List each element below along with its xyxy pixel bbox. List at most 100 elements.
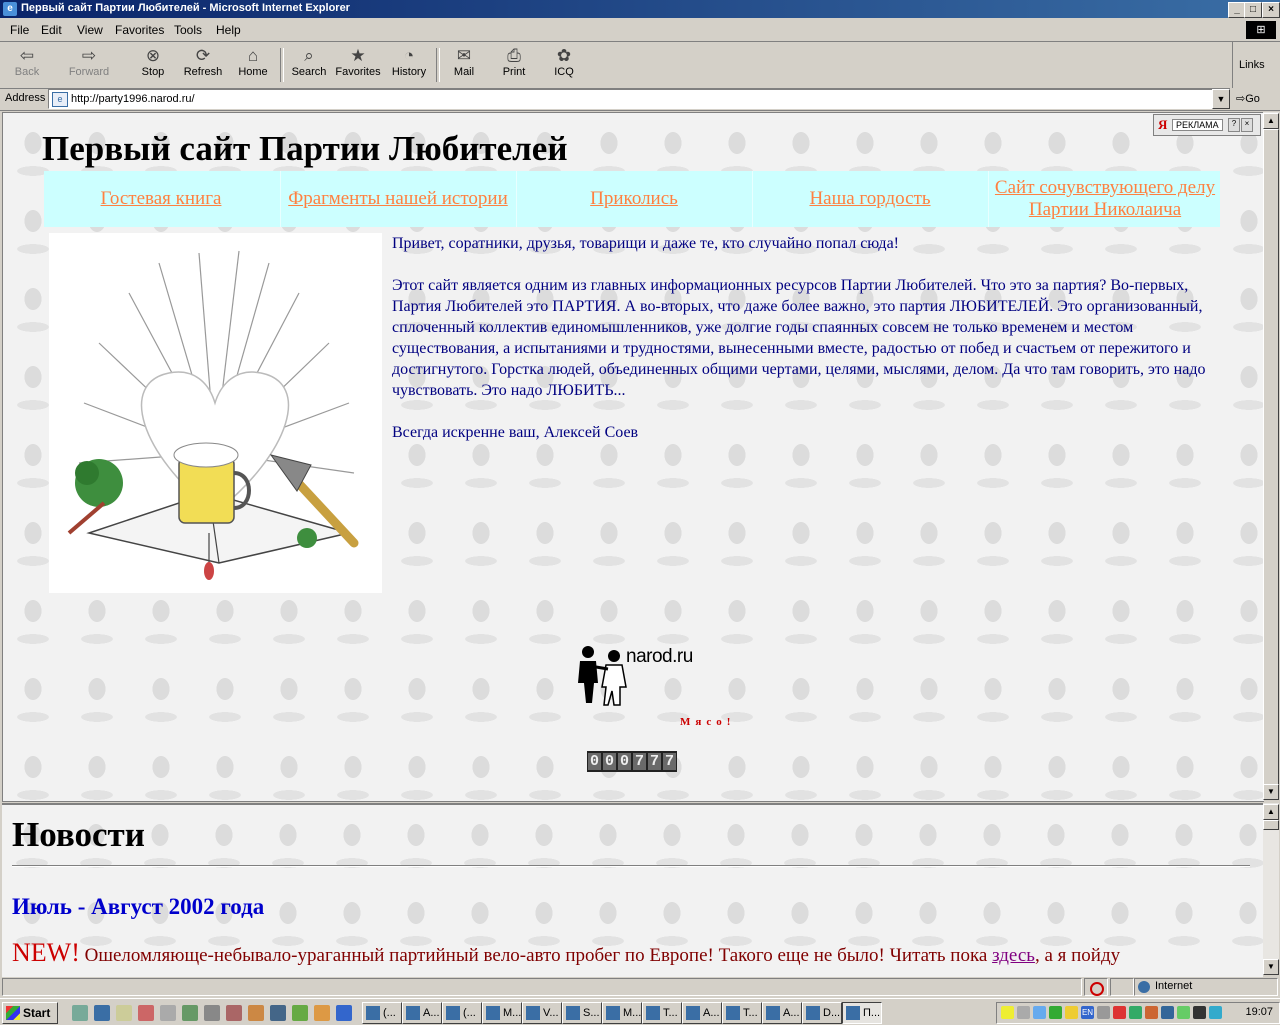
scroll-down-button[interactable]: ▼ <box>1263 959 1279 975</box>
nav-link-pride[interactable]: Наша гордость <box>752 171 987 227</box>
status-box <box>1110 978 1134 996</box>
scrollbar-top-frame[interactable]: ▲ ▼ <box>1263 112 1279 800</box>
taskbar-button[interactable]: A... <box>402 1002 442 1024</box>
back-button[interactable]: ⇦ Back <box>4 46 50 78</box>
scroll-thumb[interactable] <box>1263 820 1279 830</box>
clock[interactable]: 19:07 <box>1245 1006 1273 1018</box>
tray-icon[interactable] <box>1145 1006 1158 1019</box>
taskbar-button[interactable]: T... <box>722 1002 762 1024</box>
language-indicator[interactable]: EN <box>1081 1006 1094 1019</box>
mail-button[interactable]: ✉ Mail <box>441 46 487 78</box>
windows-flag-icon <box>6 1006 20 1020</box>
address-input[interactable]: e http://party1996.narod.ru/ <box>48 89 1214 109</box>
news-read-link[interactable]: здесь <box>992 945 1035 966</box>
maximize-button[interactable]: □ <box>1244 2 1262 18</box>
ad-help-icon[interactable]: ? <box>1228 118 1240 132</box>
nav-link-guestbook[interactable]: Гостевая книга <box>44 171 278 227</box>
menu-view[interactable]: View <box>77 23 103 37</box>
quicklaunch-icon[interactable] <box>138 1005 154 1021</box>
ad-banner[interactable]: Я РЕКЛАМА ? × <box>1153 114 1261 136</box>
toolbar: ⇦ Back ⇨ Forward ⊗ Stop ⟳ Refresh ⌂ Home ⌕ Sea… <box>0 42 1230 89</box>
menu-help[interactable]: Help <box>216 23 241 37</box>
tray-icon[interactable] <box>1049 1006 1062 1019</box>
scroll-up-button[interactable]: ▲ <box>1263 804 1279 820</box>
title-bar[interactable]: e Первый сайт Партии Любителей - Microso… <box>0 0 1280 18</box>
taskbar-button[interactable]: A... <box>762 1002 802 1024</box>
print-icon: ⎙ <box>507 46 521 65</box>
go-button[interactable]: ⇨Go <box>1236 92 1260 105</box>
tray-icon[interactable] <box>1097 1006 1110 1019</box>
quicklaunch-icon[interactable] <box>160 1005 176 1021</box>
scroll-thumb[interactable] <box>1263 129 1279 785</box>
taskbar-button[interactable]: M... <box>602 1002 642 1024</box>
quicklaunch-icon[interactable] <box>292 1005 308 1021</box>
quicklaunch-icon[interactable] <box>270 1005 286 1021</box>
page-title: Первый сайт Партии Любителей <box>42 129 568 168</box>
nav-link-jokes[interactable]: Приколись <box>516 171 751 227</box>
quicklaunch-icon[interactable] <box>182 1005 198 1021</box>
taskbar-button[interactable]: (... <box>362 1002 402 1024</box>
favorites-button[interactable]: ★ Favorites <box>335 46 381 78</box>
taskbar-button[interactable]: T... <box>642 1002 682 1024</box>
address-label: Address <box>5 92 46 104</box>
forward-button[interactable]: ⇨ Forward <box>66 46 112 78</box>
ad-close-icon[interactable]: × <box>1241 118 1253 132</box>
quicklaunch-icon[interactable] <box>116 1005 132 1021</box>
history-button[interactable]: ◔ History <box>386 46 432 78</box>
app-icon <box>566 1006 580 1020</box>
app-icon <box>446 1006 460 1020</box>
start-button[interactable]: Start <box>2 1002 58 1024</box>
tray-icon[interactable] <box>1033 1006 1046 1019</box>
quicklaunch-icon[interactable] <box>248 1005 264 1021</box>
volume-icon[interactable] <box>1001 1006 1014 1019</box>
print-button[interactable]: ⎙ Print <box>491 46 537 78</box>
nav-link-history[interactable]: Фрагменты нашей истории <box>280 171 515 227</box>
address-url: http://party1996.narod.ru/ <box>71 93 195 105</box>
tray-icon[interactable] <box>1177 1006 1190 1019</box>
tray-icon[interactable] <box>1161 1006 1174 1019</box>
taskbar-button[interactable]: S... <box>562 1002 602 1024</box>
tray-icon[interactable] <box>1193 1006 1206 1019</box>
links-bar[interactable]: Links <box>1232 42 1280 88</box>
favorites-icon: ★ <box>350 46 366 65</box>
quicklaunch-icon[interactable] <box>314 1005 330 1021</box>
scroll-down-button[interactable]: ▼ <box>1263 784 1279 800</box>
counter-digit: 7 <box>663 753 676 770</box>
menu-favorites[interactable]: Favorites <box>115 23 164 37</box>
taskbar-button[interactable]: D... <box>802 1002 842 1024</box>
home-button[interactable]: ⌂ Home <box>230 46 276 78</box>
stop-button[interactable]: ⊗ Stop <box>130 46 176 78</box>
quicklaunch-desktop-icon[interactable] <box>72 1005 88 1021</box>
scrollbar-bottom-frame[interactable]: ▲ ▼ <box>1263 803 1279 975</box>
taskbar-button[interactable]: V... <box>522 1002 562 1024</box>
taskbar-button[interactable]: M... <box>482 1002 522 1024</box>
tray-icon[interactable] <box>1209 1006 1222 1019</box>
tray-icon[interactable] <box>1129 1006 1142 1019</box>
forward-arrow-icon: ⇨ <box>81 46 97 65</box>
scroll-up-button[interactable]: ▲ <box>1263 113 1279 129</box>
quicklaunch-icon[interactable] <box>204 1005 220 1021</box>
refresh-button[interactable]: ⟳ Refresh <box>180 46 226 78</box>
taskbar-button[interactable]: A... <box>682 1002 722 1024</box>
close-button[interactable]: × <box>1262 2 1280 18</box>
globe-icon <box>1138 981 1150 993</box>
address-bar: Address e http://party1996.narod.ru/ ▼ ⇨… <box>0 88 1280 111</box>
search-button[interactable]: ⌕ Search <box>286 46 332 78</box>
narod-logo-text[interactable]: narod.ru <box>626 646 693 668</box>
quicklaunch-icon[interactable] <box>336 1005 352 1021</box>
tray-icon[interactable] <box>1065 1006 1078 1019</box>
tray-icon[interactable] <box>1113 1006 1126 1019</box>
menu-file[interactable]: File <box>10 23 29 37</box>
quicklaunch-icon[interactable] <box>226 1005 242 1021</box>
tray-icon[interactable] <box>1017 1006 1030 1019</box>
menu-tools[interactable]: Tools <box>174 23 202 37</box>
icq-button[interactable]: ✿ ICQ <box>541 46 587 78</box>
nav-link-sympathizer[interactable]: Сайт сочувствующего делу Партии Николаич… <box>988 171 1221 227</box>
menu-edit[interactable]: Edit <box>41 23 62 37</box>
quicklaunch-ie-icon[interactable] <box>94 1005 110 1021</box>
app-icon <box>806 1006 820 1020</box>
taskbar-button[interactable]: (... <box>442 1002 482 1024</box>
address-dropdown-button[interactable]: ▼ <box>1212 89 1230 109</box>
window-title: Первый сайт Партии Любителей - Microsoft… <box>21 2 350 14</box>
taskbar-button-active[interactable]: П... <box>842 1002 882 1024</box>
